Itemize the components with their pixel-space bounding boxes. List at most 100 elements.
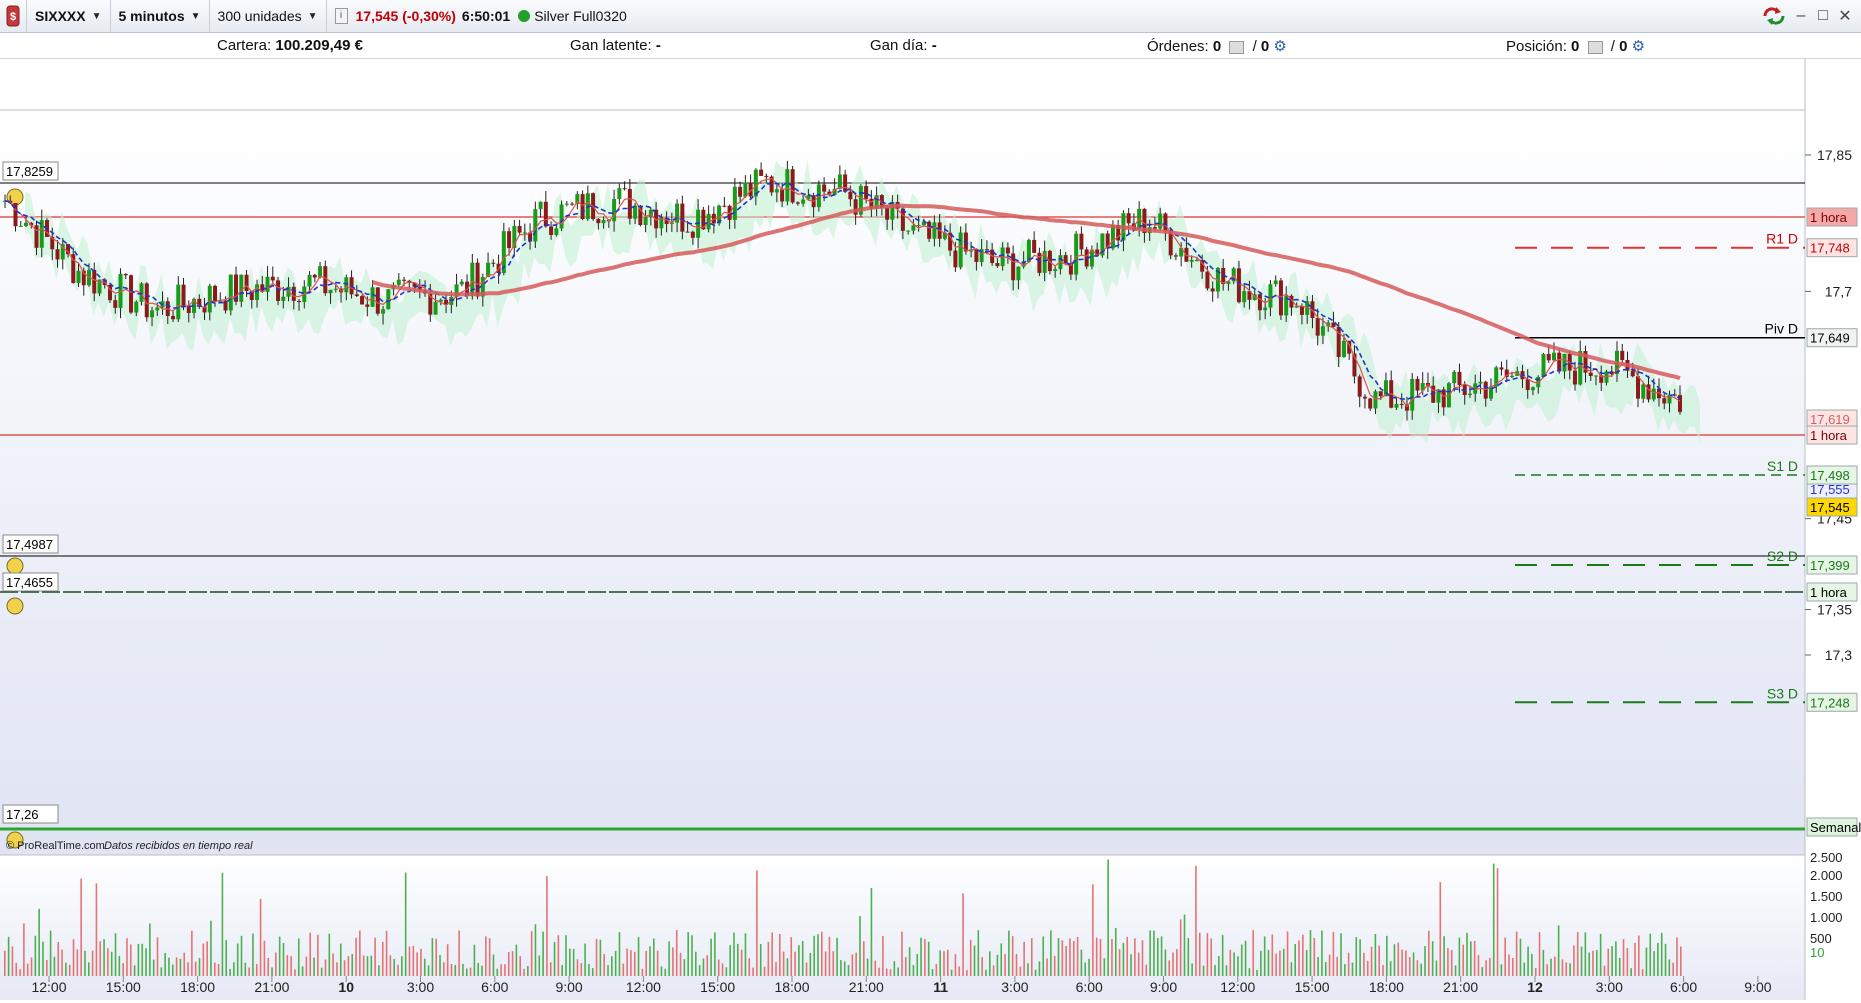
volume-bar bbox=[1198, 932, 1201, 976]
volume-bar bbox=[1573, 945, 1575, 976]
volume-bar bbox=[809, 953, 812, 976]
volume-bar bbox=[798, 945, 800, 976]
volume-bar bbox=[519, 956, 521, 976]
candle-body bbox=[1063, 255, 1068, 264]
svg-text:$: $ bbox=[10, 11, 16, 23]
y-tick-label: 17,3 bbox=[1825, 647, 1852, 663]
candle-body bbox=[1662, 398, 1667, 404]
volume-bar bbox=[580, 962, 583, 976]
maximize-icon[interactable]: □ bbox=[1815, 7, 1831, 25]
volume-bar bbox=[435, 938, 438, 976]
x-tick-label: 6:00 bbox=[1670, 979, 1697, 995]
volume-bar bbox=[1374, 933, 1377, 976]
volume-bar bbox=[267, 957, 270, 976]
volume-bar bbox=[469, 967, 472, 976]
x-tick-label: 18:00 bbox=[180, 979, 215, 995]
volume-bar bbox=[748, 958, 751, 976]
volume-bar bbox=[1050, 930, 1052, 976]
candle-body bbox=[564, 203, 569, 205]
candle-body bbox=[906, 230, 911, 232]
volume-bar bbox=[660, 966, 663, 976]
candle-body bbox=[1562, 353, 1567, 372]
volume-bar bbox=[1534, 967, 1537, 976]
volume-bar bbox=[1008, 930, 1010, 976]
instrument-selector[interactable]: SIXXXX ▼ bbox=[27, 0, 111, 33]
volume-bar bbox=[72, 939, 75, 976]
volume-bar bbox=[1134, 938, 1136, 976]
volume-bar bbox=[683, 959, 686, 976]
info-icon[interactable]: i bbox=[334, 8, 348, 24]
volume-bar bbox=[790, 937, 793, 976]
volume-bar bbox=[1473, 940, 1476, 976]
volume-bar bbox=[821, 931, 823, 976]
close-icon[interactable]: ✕ bbox=[1837, 6, 1853, 26]
volume-bar bbox=[339, 943, 342, 976]
volume-bar bbox=[779, 934, 781, 976]
sync-icon[interactable] bbox=[1761, 6, 1787, 26]
app-logo[interactable]: $ bbox=[0, 0, 27, 33]
volume-bar bbox=[213, 962, 216, 976]
volume-bar bbox=[1153, 930, 1155, 976]
chart-area[interactable]: 17,85 17,7 17,45 17,35 17,3 R1 D Piv D S1 D S2 D… bbox=[0, 59, 1861, 1003]
volume-bar bbox=[1237, 956, 1239, 976]
volume-bar bbox=[1267, 949, 1270, 976]
posicion-count: 0 bbox=[1571, 38, 1580, 55]
candle-body bbox=[1268, 284, 1273, 308]
candle-body bbox=[974, 249, 979, 262]
volume-bar bbox=[1030, 938, 1033, 976]
candle-body bbox=[1016, 266, 1021, 281]
candle-body bbox=[228, 274, 233, 311]
volume-bar bbox=[282, 943, 285, 976]
price-chart[interactable]: 17,8517,717,4517,3517,3R1 DPiv DS1 DS2 D… bbox=[0, 59, 1861, 1003]
timeframe-selector[interactable]: 5 minutos ▼ bbox=[111, 0, 210, 33]
volume-bar bbox=[908, 947, 911, 976]
volume-bar bbox=[1080, 949, 1083, 976]
volume-bar bbox=[401, 956, 403, 976]
candle-body bbox=[123, 274, 128, 276]
candle-body bbox=[475, 262, 480, 297]
units-selector[interactable]: 300 unidades ▼ bbox=[210, 0, 327, 33]
candle-body bbox=[738, 186, 743, 197]
volume-bar bbox=[259, 898, 262, 976]
candle-body bbox=[129, 275, 134, 313]
volume-bar bbox=[160, 967, 163, 976]
volume-bar bbox=[294, 969, 296, 976]
volume-bar bbox=[744, 933, 747, 976]
volume-bar bbox=[1111, 938, 1113, 976]
volume-bar bbox=[641, 968, 644, 976]
candle-body bbox=[517, 225, 522, 233]
volume-bar bbox=[633, 951, 636, 976]
posicion: Posición: 0 / 0 ⚙ bbox=[1506, 37, 1645, 55]
volume-bar bbox=[126, 938, 128, 976]
candle-body bbox=[843, 174, 848, 192]
volume-bar bbox=[1061, 940, 1064, 976]
volume-bar bbox=[1095, 937, 1098, 976]
candle-body bbox=[1373, 391, 1378, 409]
volume-bar bbox=[1447, 948, 1449, 976]
volume-bar bbox=[1401, 949, 1403, 976]
candle-body bbox=[328, 289, 333, 294]
candle-body bbox=[307, 274, 312, 287]
volume-bar bbox=[252, 933, 254, 976]
candle-body bbox=[1158, 213, 1163, 229]
volume-bar bbox=[175, 957, 178, 976]
volume-bar bbox=[1179, 919, 1182, 976]
positions-list-icon[interactable] bbox=[1587, 40, 1603, 54]
gan-latente: Gan latente: - bbox=[570, 37, 661, 54]
price-tag: 17,399 bbox=[1810, 558, 1850, 573]
ordenes-label: Órdenes: bbox=[1147, 38, 1209, 55]
gear-icon[interactable]: ⚙ bbox=[1273, 38, 1286, 55]
volume-bar bbox=[1489, 958, 1491, 976]
volume-bar bbox=[729, 945, 731, 976]
candle-body bbox=[1126, 213, 1131, 224]
volume-bar bbox=[1202, 965, 1205, 976]
gear-icon[interactable]: ⚙ bbox=[1632, 38, 1645, 55]
volume-bar bbox=[916, 954, 919, 976]
orders-list-icon[interactable] bbox=[1229, 40, 1245, 54]
minimize-icon[interactable]: – bbox=[1793, 7, 1809, 25]
volume-bar bbox=[1569, 963, 1571, 976]
candle-body bbox=[1499, 367, 1504, 370]
account-name: Silver Full0320 bbox=[534, 8, 627, 24]
volume-bar bbox=[1355, 937, 1358, 976]
volume-bar bbox=[1584, 932, 1587, 976]
